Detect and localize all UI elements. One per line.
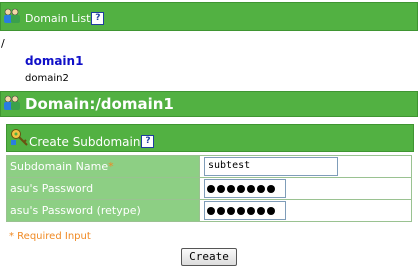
password-mask-dot [217,206,225,215]
password-mask-dot [257,206,265,215]
root-path[interactable]: / [1,37,5,50]
password-input[interactable] [204,179,286,198]
subdomain-name-label-text: Subdomain Name [10,160,109,173]
password-mask-dot [267,184,275,193]
create-button[interactable]: Create [181,248,237,266]
domain-header: Domain:/domain1 [0,91,418,117]
subdomain-form: Subdomain Name* subtest asu's Password a… [6,155,412,222]
password-mask-dot [207,184,215,193]
domain-title: Domain:/domain1 [25,95,174,113]
password-label: asu's Password [6,177,200,200]
domain-list-item-domain1[interactable]: domain1 [25,54,83,68]
create-subdomain-title: Create Subdomain? [29,135,155,149]
form-row-password: asu's Password [6,177,412,200]
users-icon [4,95,20,110]
subdomain-name-input[interactable]: subtest [204,157,338,176]
form-row-password-retype: asu's Password (retype) [6,199,412,222]
password-retype-input[interactable] [204,201,286,220]
create-subdomain-title-text: Create Subdomain [29,135,141,149]
page: Domain List? / domain1 domain2 Domain:/d… [0,0,418,270]
password-mask-dot [227,184,235,193]
required-input-note: * Required Input [9,231,91,242]
key-icon [11,129,28,146]
required-mark: * [108,160,114,173]
help-icon[interactable]: ? [91,12,105,25]
domain-list-title-text: Domain List [25,12,91,25]
password-mask-dot [237,206,245,215]
password-mask-dot [247,184,255,193]
password-mask-dot [227,206,235,215]
password-cell [199,177,412,200]
password-mask-dot [257,184,265,193]
password-mask-dot [267,206,275,215]
password-mask-dot [207,206,215,215]
help-icon[interactable]: ? [141,135,155,148]
password-mask-dot [247,206,255,215]
form-row-subdomain-name: Subdomain Name* subtest [6,155,412,178]
password-retype-cell [199,199,412,222]
password-mask-dot [237,184,245,193]
domain-list-title: Domain List? [25,12,105,25]
create-subdomain-header: Create Subdomain? [6,124,414,152]
subdomain-name-cell: subtest [199,155,412,178]
subdomain-name-label: Subdomain Name* [6,155,200,178]
password-mask-dot [217,184,225,193]
users-icon [4,8,20,23]
domain-list-item-domain2[interactable]: domain2 [25,73,69,84]
domain-list-header: Domain List? [0,2,418,31]
password-retype-label: asu's Password (retype) [6,199,200,222]
